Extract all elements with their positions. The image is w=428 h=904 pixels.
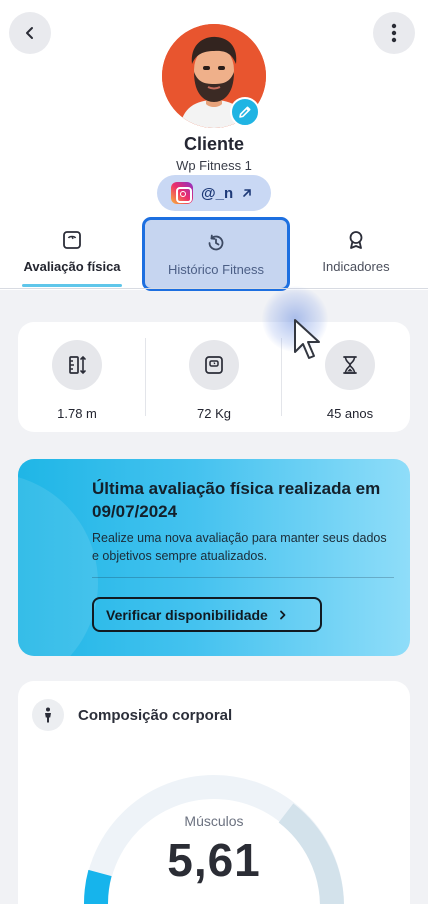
tab-historico-fitness[interactable]: Histórico Fitness	[142, 217, 290, 291]
tab-label: Histórico Fitness	[167, 261, 265, 277]
last-evaluation-banner: Última avaliação física realizada em 09/…	[18, 459, 410, 656]
more-vertical-icon	[391, 23, 397, 43]
edit-avatar-button[interactable]	[230, 97, 260, 127]
external-link-icon	[243, 189, 251, 197]
body-stats-card: 1.78 m 72 Kg 45 anos	[18, 322, 410, 432]
avatar[interactable]	[162, 24, 266, 128]
person-icon	[32, 699, 64, 731]
check-availability-label: Verificar disponibilidade	[106, 606, 268, 623]
composition-header: Composição corporal	[32, 699, 232, 731]
banner-divider	[92, 577, 394, 578]
height-value: 1.78 m	[57, 406, 97, 421]
tab-label: Indicadores	[322, 258, 390, 274]
tab-indicadores[interactable]: Indicadores	[300, 213, 412, 289]
tabs-divider	[0, 288, 428, 289]
client-name: Cliente	[183, 134, 244, 154]
decorative-shape	[18, 473, 98, 656]
banner-title: Última avaliação física realizada em 09/…	[92, 479, 381, 521]
check-availability-button[interactable]: Verificar disponibilidade	[92, 597, 322, 632]
more-options-button[interactable]	[373, 12, 415, 54]
gauge-label: Músculos	[184, 813, 244, 829]
chevron-left-icon	[26, 27, 33, 39]
back-button[interactable]	[9, 12, 51, 54]
composition-title: Composição corporal	[78, 706, 233, 724]
weight-scale-icon	[189, 340, 239, 390]
instagram-icon	[171, 182, 193, 204]
profile-tabs: Avaliação física Histórico Fitness Indic…	[0, 213, 428, 291]
stat-weight: 72 Kg	[159, 340, 269, 421]
pencil-icon	[239, 106, 251, 118]
stat-separator	[145, 338, 146, 416]
active-tab-indicator	[22, 284, 122, 287]
chevron-right-icon	[279, 610, 286, 619]
profile-header: Cliente Wp Fitness 1 @_n Avaliação físic…	[0, 0, 428, 291]
history-icon	[208, 234, 224, 250]
scale-icon	[63, 230, 81, 249]
client-subtitle: Wp Fitness 1	[176, 158, 252, 173]
mouse-pointer-icon	[294, 319, 320, 359]
instagram-handle: @_n	[201, 184, 234, 202]
gauge-value: 5,61	[167, 834, 261, 886]
age-value: 45 anos	[326, 406, 374, 421]
banner-text: Realize uma nova avaliação para manter s…	[92, 531, 387, 563]
weight-value: 72 Kg	[197, 406, 231, 421]
instagram-link[interactable]: @_n	[157, 175, 271, 211]
tab-avaliacao-fisica[interactable]: Avaliação física	[14, 213, 130, 289]
height-icon	[52, 340, 102, 390]
award-icon	[349, 230, 363, 249]
stat-height: 1.78 m	[22, 340, 132, 421]
stat-separator	[281, 338, 282, 416]
hourglass-icon	[325, 340, 375, 390]
tab-label: Avaliação física	[23, 258, 121, 274]
body-composition-card: Composição corporal Músculos 5,61	[18, 681, 410, 904]
